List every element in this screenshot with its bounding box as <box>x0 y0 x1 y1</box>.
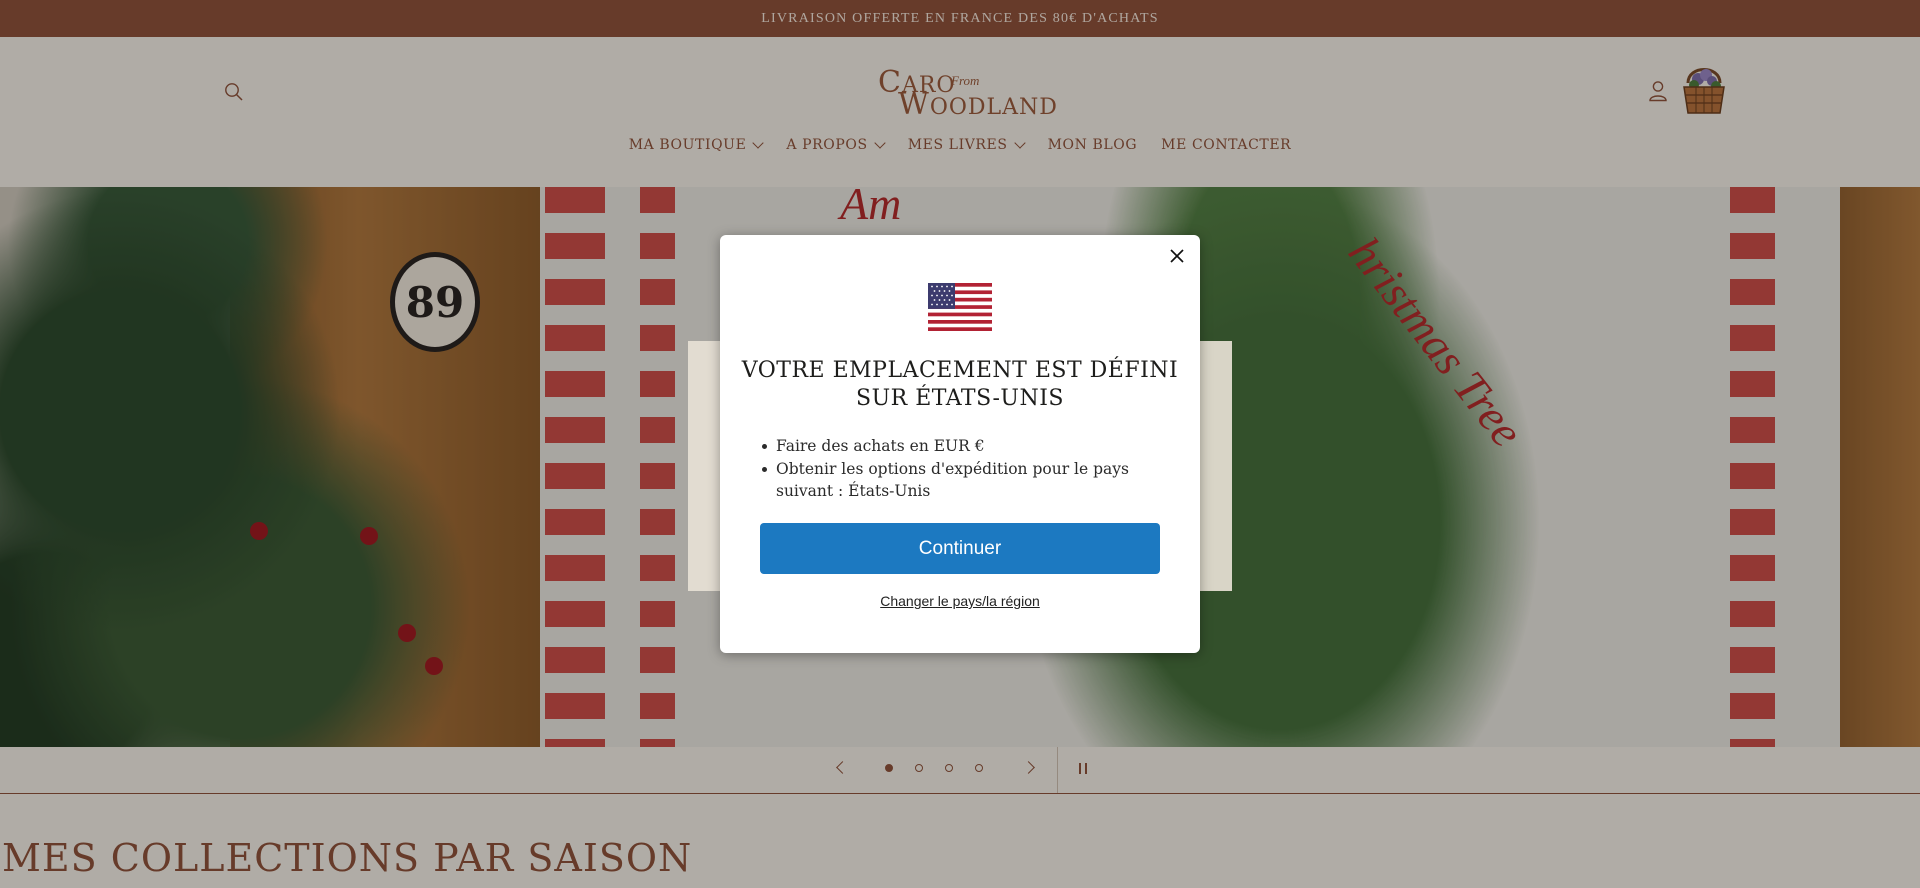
popup-info-list: Faire des achats en EUR € Obtenir les op… <box>762 435 1156 503</box>
modal-backdrop-top <box>0 0 1920 187</box>
continue-button[interactable]: Continuer <box>760 523 1160 574</box>
popup-title: VOTRE EMPLACEMENT EST DÉFINI SUR ÉTATS-U… <box>741 358 1179 411</box>
us-flag-icon <box>928 283 992 331</box>
list-item: Faire des achats en EUR € <box>762 435 1156 457</box>
modal-backdrop-bottom <box>0 747 1920 888</box>
close-icon <box>1170 249 1184 263</box>
close-button[interactable] <box>1164 243 1190 269</box>
change-country-link[interactable]: Changer le pays/la région <box>760 593 1160 609</box>
list-item: Obtenir les options d'expédition pour le… <box>762 458 1156 502</box>
country-popup: VOTRE EMPLACEMENT EST DÉFINI SUR ÉTATS-U… <box>720 235 1200 653</box>
